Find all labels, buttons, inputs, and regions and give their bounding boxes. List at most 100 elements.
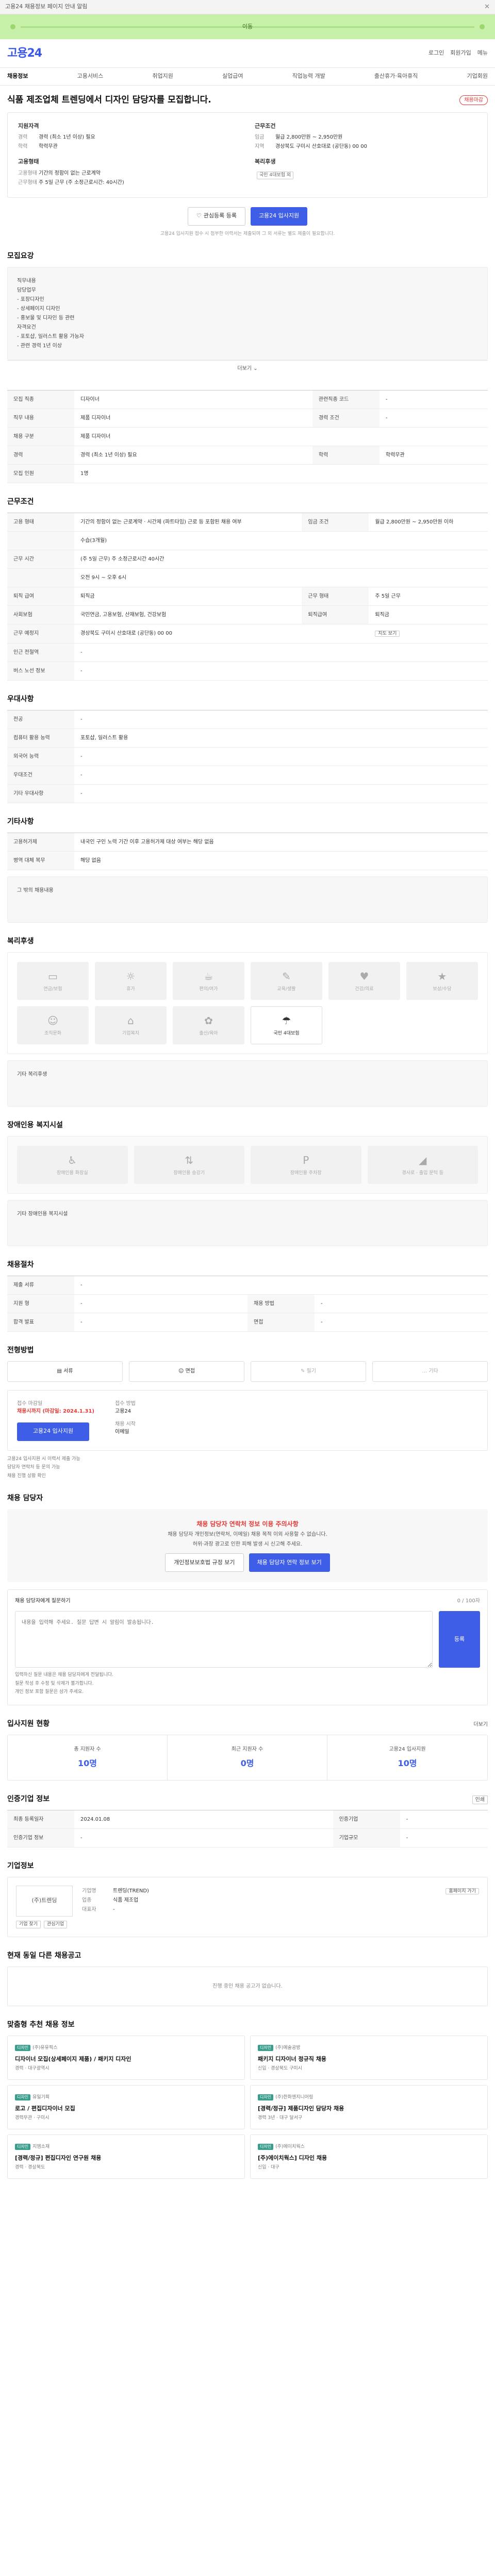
interest-label: 관심등록 등록 <box>203 212 237 219</box>
job-card[interactable]: 디자인 유일기획 로고 / 편집디자이너 모집 경력무관 · 구미시 <box>7 2085 245 2129</box>
site-header: 고용24 로그인 회원가입 메뉴 <box>0 39 495 68</box>
recommend-grid: 디자인 (주)유유픽스 디자이너 모집(상세페이지 제품) / 패키지 디자인 경력 … <box>7 2036 488 2179</box>
section-title: 우대사항 <box>7 694 34 703</box>
company-search-button[interactable]: 기업 찾기 <box>16 1920 41 1928</box>
label: 학력 <box>18 144 28 149</box>
stat-item: 최근 지원자 수 0명 <box>168 1735 327 1780</box>
welfare-item: ✎ 교육/생활 <box>251 961 322 1000</box>
value: - <box>74 766 488 785</box>
education-icon: ✎ <box>282 970 291 982</box>
value: - <box>74 643 488 662</box>
label: 직무 내용 <box>7 409 74 428</box>
more-button[interactable]: 더보기 ⌄ <box>7 360 488 377</box>
question-submit-button[interactable]: 등록 <box>439 1611 480 1668</box>
welfare-label: 출산/육아 <box>199 1030 218 1036</box>
company-card: (주)트렌딩 기업 찾기 관심기업 기업명 트렌딩(TREND) 업종 식품 제조업… <box>7 1876 488 1937</box>
job-meta: 경력 3년 · 대구 달서구 <box>258 2115 303 2121</box>
section-title: 채용절차 <box>7 1260 34 1269</box>
login-link[interactable]: 로그인 <box>428 49 444 58</box>
privacy-button[interactable]: 개인정보보호법 규정 보기 <box>165 1553 244 1572</box>
section-title: 복리후생 <box>7 937 34 945</box>
job-card[interactable]: 디자인 (주)유유픽스 디자이너 모집(상세페이지 제품) / 패키지 디자인 경력 … <box>7 2036 245 2080</box>
process-table: 제출 서류 - 지원 형 - 채용 방법 - 합격 발표 - 면접 - <box>7 1275 488 1332</box>
print-button[interactable]: 인쇄 <box>472 1795 488 1804</box>
job-tag: 디자인 <box>15 2045 31 2051</box>
label: 최종 등록일자 <box>7 1810 74 1829</box>
nav-item-jobs[interactable]: 채용정보 <box>7 72 28 81</box>
job-card[interactable]: 디자인 (주)예술공방 패키지 디자이너 정규직 채용 신입 · 경상북도 구미시 <box>250 2036 488 2080</box>
desc-line: 직무내용 <box>17 278 36 284</box>
value: 기간의 정함이 없는 근로계약 <box>39 170 101 176</box>
welfare-item: ⌂ 기업복지 <box>95 1006 167 1044</box>
job-card[interactable]: 디자인 지엠소재 [경력/정규] 편집디자인 연구원 채용 경력 · 경상북도 <box>7 2134 245 2179</box>
label: 컴퓨터 활용 능력 <box>7 728 74 748</box>
nav-item-leave[interactable]: 출산휴가·육아휴직 <box>374 72 418 81</box>
job-title: [경력/정규] 제품디자인 담당자 채용 <box>258 2105 344 2112</box>
nav-item-benefit[interactable]: 실업급여 <box>222 72 243 81</box>
job-company: 유일기획 <box>32 2095 50 2100</box>
apply-button-2[interactable]: 고용24 입사지원 <box>17 1422 89 1441</box>
other-extra-box: 그 밖의 채용내용 <box>7 876 488 923</box>
welfare-label: 건강/의료 <box>355 986 374 992</box>
label: 고용형태 <box>18 170 37 176</box>
job-tag: 디자인 <box>258 2094 274 2100</box>
char-counter: 0 / 100자 <box>457 1598 480 1604</box>
menu-link[interactable]: 메뉴 <box>477 49 488 58</box>
welfare-item: ♥ 건강/의료 <box>328 961 400 1000</box>
nav-item-company[interactable]: 기업회원 <box>467 72 488 81</box>
value: - <box>74 747 488 766</box>
document-icon: ▤ <box>57 1368 64 1374</box>
value: 디자이너 <box>74 390 312 409</box>
welfare-label: 국민 4대보험 <box>273 1030 300 1036</box>
other-section: 기타사항 고용허가제 내국인 구인 노력 기간 이후 고용허가제 대상 여부는 해… <box>7 817 488 923</box>
welfare-item-active: ☂ 국민 4대보험 <box>251 1006 322 1044</box>
company-interest-button[interactable]: 관심기업 <box>43 1920 68 1928</box>
label: 전공 <box>7 710 74 729</box>
value: 퇴직금 <box>74 587 302 606</box>
value: - <box>74 1828 333 1848</box>
question-input[interactable] <box>15 1611 433 1668</box>
reward-icon: ★ <box>437 970 447 982</box>
job-title: [주)에이치웍스] 디자인 채용 <box>258 2154 327 2161</box>
section-title: 전형방법 <box>7 1346 34 1354</box>
progress-banner: 이동 <box>0 14 495 39</box>
job-company: 지엠소재 <box>32 2144 50 2149</box>
job-card[interactable]: 디자인 (주)에이치웍스 [주)에이치웍스] 디자인 채용 신입 · 대구 <box>250 2134 488 2179</box>
status-more-link[interactable]: 더보기 <box>473 1721 488 1728</box>
label: 사회보험 <box>7 605 74 624</box>
label: 퇴직급여 <box>302 605 369 624</box>
apply-notes: 고용24 입사지원 시 이력서 제출 가능 담당자 연락처 등 문의 가능 채용… <box>7 1456 488 1480</box>
summary-heading: 근무조건 <box>255 122 276 129</box>
nav-item-training[interactable]: 직업능력 개발 <box>292 72 325 81</box>
status-section: 입사지원 현황 더보기 총 지원자 수 10명 최근 지원자 수 0명 고용24 입사… <box>7 1719 488 1781</box>
pension-icon: ▭ <box>48 970 58 982</box>
site-logo[interactable]: 고용24 <box>7 45 42 62</box>
close-icon[interactable]: ✕ <box>484 2 490 12</box>
disability-item: ◢ 경사로 · 출입 문턱 등 <box>367 1145 478 1184</box>
method-item: ✎ 필기 <box>251 1361 366 1382</box>
value: - <box>379 409 488 428</box>
value: 경상북도 구미시 산호대로 (공단동) 00 00 <box>275 144 367 149</box>
job-desc-section: 모집요강 직무내용 담당업무 - 포장디자인 - 상세페이지 디자인 - 홍보물… <box>7 251 488 377</box>
section-title: 기타사항 <box>7 817 34 826</box>
job-tag: 디자인 <box>258 2045 274 2051</box>
apply-button[interactable]: 고용24 입사지원 <box>250 207 308 226</box>
disability-section: 장애인용 복지시설 ♿ 장애인용 화장실 ⇅ 장애인용 승강기 P 장애인용 주차장 … <box>7 1120 488 1246</box>
nav-item-support[interactable]: 취업지원 <box>152 72 173 81</box>
job-card[interactable]: 디자인 (주)한화엔지니어링 [경력/정규] 제품디자인 담당자 채용 경력 3년 ·… <box>250 2085 488 2129</box>
nav-item-service[interactable]: 고용서비스 <box>77 72 104 81</box>
value: 학력무관 <box>39 144 58 149</box>
stat-item: 총 지원자 수 10명 <box>8 1735 168 1780</box>
map-button[interactable]: 지도 보기 <box>375 631 400 637</box>
status-grid: 총 지원자 수 10명 최근 지원자 수 0명 고용24 입사지원 10명 <box>7 1734 488 1781</box>
homepage-button[interactable]: 홈페이지 가기 <box>446 1888 479 1894</box>
signup-link[interactable]: 회원가입 <box>450 49 471 58</box>
interest-button[interactable]: ♡ 관심등록 등록 <box>187 207 245 226</box>
contact-info-button[interactable]: 채용 담당자 연락 정보 보기 <box>249 1553 330 1572</box>
label: 기업명 <box>82 1888 96 1894</box>
job-desc-box: 직무내용 담당업무 - 포장디자인 - 상세페이지 디자인 - 홍보물 및 디자… <box>7 267 488 360</box>
welfare-item: ☕ 편의/여가 <box>173 961 244 1000</box>
vacation-icon: ☼ <box>126 970 136 982</box>
status-badge: 채용마감 <box>459 95 488 106</box>
value: - <box>74 1294 248 1313</box>
